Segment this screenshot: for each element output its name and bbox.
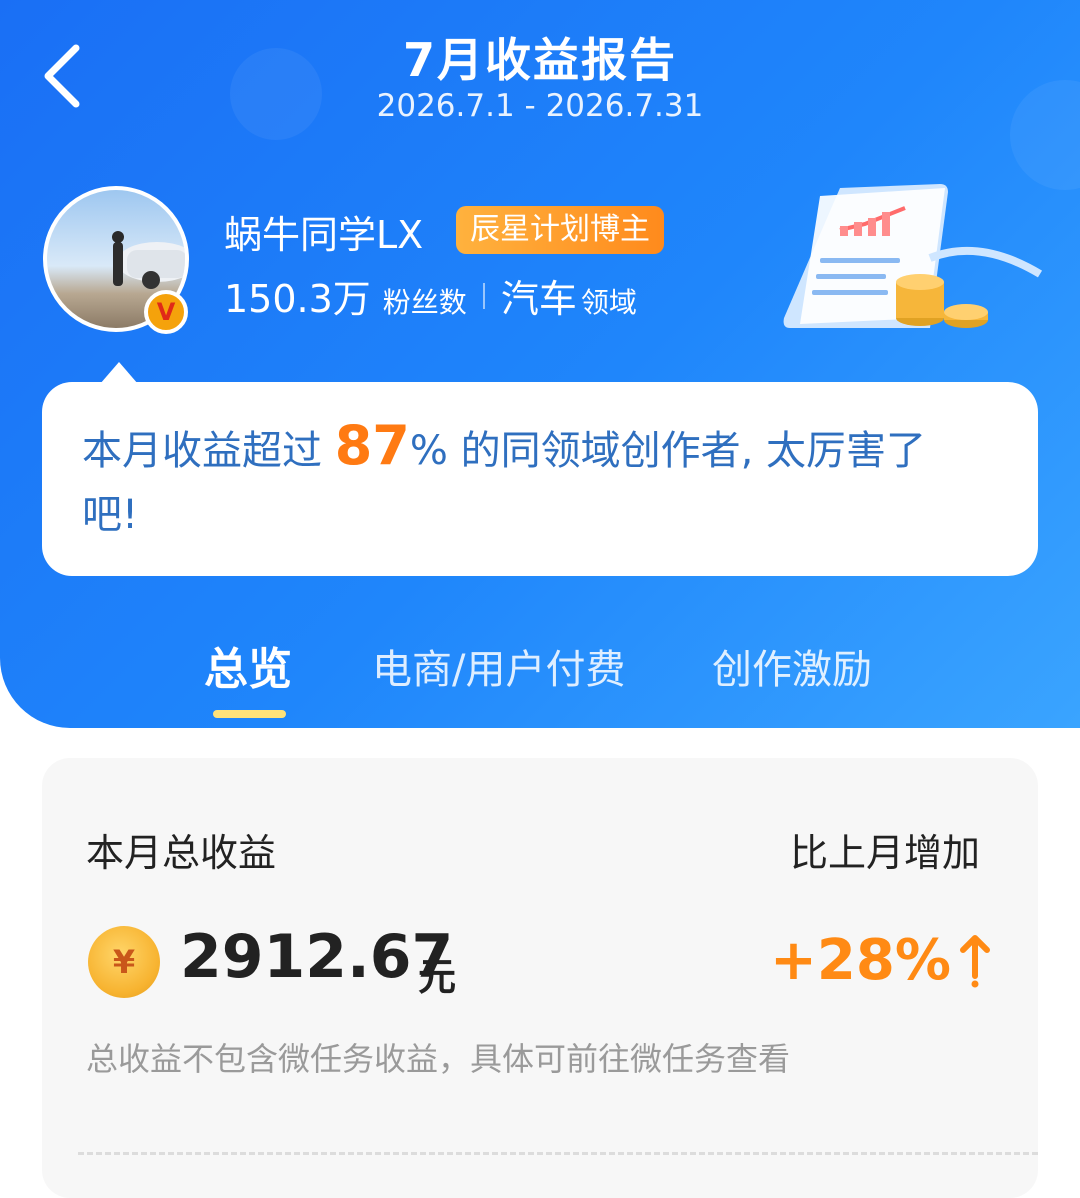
date-range: 2026.7.1 - 2026.7.31 [376,88,704,124]
arrow-up-icon [960,935,990,988]
ranking-message: 本月收益超过 87% 的同领域创作者, 太厉害了吧! [42,382,1038,576]
dashed-divider [78,1152,1038,1155]
followers-count: 150.3万 [224,277,371,321]
followers-label: 粉丝数 [382,286,467,319]
receipt-coins-illustration [783,184,1043,328]
month-increase-label: 比上月增加 [790,831,981,875]
increase-percent: +28% [770,928,951,993]
income-note: 总收益不包含微任务收益，具体可前往微任务查看 [86,1040,791,1078]
verified-badge: V [144,290,188,334]
creator-badge[interactable]: 辰星计划博主 [456,206,664,254]
field-name: 汽车 [500,277,577,321]
total-income-label: 本月总收益 [86,831,277,875]
coin-icon: ¥ [88,926,160,998]
profile-stats: 150.3万 粉丝数 汽车 领域 [224,268,637,323]
ranking-percent: 87 [334,414,410,477]
ranking-prefix: 本月收益超过 [82,428,322,474]
divider [482,282,485,309]
tab-ecommerce-paid[interactable]: 电商/用户付费 [372,640,625,700]
username: 蜗牛同学LX [224,213,424,257]
tab-creator-incentive[interactable]: 创作激励 [712,640,872,700]
page-title: 7月收益报告 [402,33,677,87]
header-banner: 7月收益报告 2026.7.1 - 2026.7.31 V 蜗牛同学LX 辰星计… [0,0,1080,728]
bubble-tail [100,362,138,384]
currency-unit: 元 [418,955,457,999]
active-tab-indicator [213,710,286,718]
tab-overview[interactable]: 总览 [204,640,292,700]
total-income-amount: 2912.67 [180,922,454,992]
percent-sign: % [409,428,448,474]
field-label: 领域 [580,286,637,319]
